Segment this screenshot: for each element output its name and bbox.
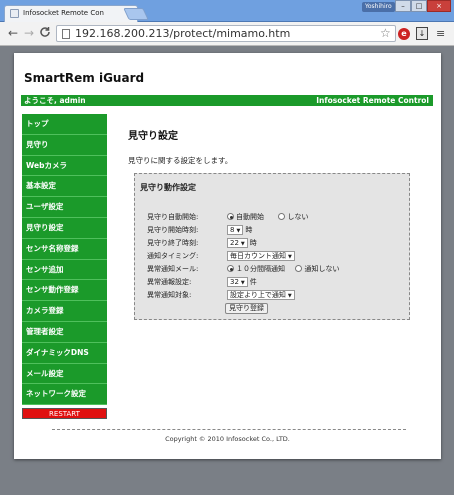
browser-toolbar: ← → 192.168.200.213/protect/mimamo.htm ☆… xyxy=(0,22,454,46)
abnormal-report-select[interactable]: 設定より上で通知 ▼ xyxy=(227,290,295,300)
panel-title: 見守り動作設定 xyxy=(140,183,196,192)
notify-timing-select[interactable]: 毎日カウント通知 ▼ xyxy=(227,251,295,261)
extension-icon[interactable]: e xyxy=(398,28,410,40)
document-icon xyxy=(62,29,70,39)
abnormal-report-row: 異常通知対象: 設定より上で通知 ▼ xyxy=(147,290,407,301)
sidebar-item-admin[interactable]: 管理者設定 xyxy=(22,321,107,343)
url-text[interactable]: 192.168.200.213/protect/mimamo.htm xyxy=(75,27,290,40)
page-container: SmartRem iGuard ようこそ, admin Infosocket R… xyxy=(14,53,441,459)
field-label: 見守り自動開始: xyxy=(147,213,199,221)
tab-title: Infosocket Remote Con xyxy=(23,9,104,17)
dropdown-arrow-icon: ▼ xyxy=(287,293,292,299)
sidebar-item-top[interactable]: トップ xyxy=(22,114,107,135)
end-time-select[interactable]: 22 ▼ xyxy=(227,238,248,248)
header-bar: ようこそ, admin Infosocket Remote Control xyxy=(21,95,433,106)
download-icon[interactable]: ↓ xyxy=(416,27,428,40)
auto-start-row: 見守り自動開始: 自動開始 しない xyxy=(147,212,407,223)
restart-button[interactable]: RESTART xyxy=(22,408,107,420)
radio-label: しない xyxy=(287,213,309,221)
reload-icon[interactable] xyxy=(38,26,52,40)
welcome-text: ようこそ, admin xyxy=(24,96,86,105)
radio-label: １０分間隔通知 xyxy=(236,265,285,273)
dropdown-arrow-icon: ▼ xyxy=(240,280,245,286)
auto-start-on-radio[interactable] xyxy=(227,213,234,220)
menu-icon[interactable]: ≡ xyxy=(436,27,445,40)
bookmark-star-icon[interactable]: ☆ xyxy=(380,26,391,40)
unit-label: 時 xyxy=(249,239,257,247)
sidebar-item-webcam[interactable]: Webカメラ xyxy=(22,155,107,177)
field-label: 通知タイミング: xyxy=(147,252,199,260)
notify-timing-row: 通知タイミング: 毎日カウント通知 ▼ xyxy=(147,251,407,262)
field-label: 見守り終了時刻: xyxy=(147,239,199,247)
dropdown-arrow-icon: ▼ xyxy=(236,228,241,234)
radio-label: 自動開始 xyxy=(236,213,264,221)
sidebar-item-camera[interactable]: カメラ登録 xyxy=(22,301,107,322)
sidebar-item-ddns[interactable]: ダイナミックDNS xyxy=(22,342,107,364)
brand-text: Infosocket Remote Control xyxy=(316,96,429,105)
sidebar-item-user-settings[interactable]: ユーザ設定 xyxy=(22,197,107,218)
address-bar[interactable]: 192.168.200.213/protect/mimamo.htm xyxy=(56,25,396,42)
unit-label: 件 xyxy=(249,278,257,286)
dropdown-arrow-icon: ▼ xyxy=(288,254,292,260)
radio-label: 通知しない xyxy=(304,265,340,273)
sidebar-item-sensor-action[interactable]: センサ動作登録 xyxy=(22,280,107,302)
maximize-button[interactable]: □ xyxy=(411,0,427,12)
mail-none-radio[interactable] xyxy=(295,265,303,272)
sidebar-item-watch-settings[interactable]: 見守り設定 xyxy=(22,217,107,239)
copyright-text: Copyright © 2010 Infosocket Co., LTD. xyxy=(165,435,290,443)
unit-label: 時 xyxy=(245,226,253,234)
browser-titlebar: Infosocket Remote Con × Yoshihiro – □ × xyxy=(0,0,454,22)
site-title: SmartRem iGuard xyxy=(24,71,145,85)
close-window-button[interactable]: × xyxy=(427,0,451,12)
abnormal-level-row: 異常通報設定: 32 ▼ 件 xyxy=(147,277,407,288)
sidebar-item-sensor-names[interactable]: センサ名称登録 xyxy=(22,238,107,260)
browser-tab[interactable]: Infosocket Remote Con × xyxy=(4,5,138,22)
new-tab-button[interactable] xyxy=(123,8,149,20)
register-button[interactable]: 見守り登録 xyxy=(225,303,268,314)
user-profile-label[interactable]: Yoshihiro xyxy=(362,2,395,12)
main-content: 見守り設定 見守りに関する設定をします。 xyxy=(128,127,428,165)
sidebar-item-sensor-add[interactable]: センサ追加 xyxy=(22,259,107,281)
forward-arrow-icon[interactable]: → xyxy=(22,26,36,40)
sidebar-item-network[interactable]: ネットワーク設定 xyxy=(22,384,107,406)
browser-viewport: SmartRem iGuard ようこそ, admin Infosocket R… xyxy=(0,47,454,495)
sidebar-item-watch[interactable]: 見守り xyxy=(22,134,107,156)
field-label: 異常通報設定: xyxy=(147,278,192,286)
auto-start-off-radio[interactable] xyxy=(278,213,286,220)
field-label: 見守り開始時刻: xyxy=(147,226,199,234)
dropdown-arrow-icon: ▼ xyxy=(240,241,245,247)
sidebar-nav: トップ 見守り Webカメラ 基本設定 ユーザ設定 見守り設定 センサ名称登録 … xyxy=(22,114,107,420)
start-time-select[interactable]: 8 ▼ xyxy=(227,225,244,235)
field-label: 異常通知対象: xyxy=(147,291,192,299)
footer-divider xyxy=(52,429,406,430)
start-time-row: 見守り開始時刻: 8 ▼ 時 xyxy=(147,225,407,236)
minimize-button[interactable]: – xyxy=(395,0,411,12)
end-time-row: 見守り終了時刻: 22 ▼ 時 xyxy=(147,238,407,249)
sidebar-item-mail[interactable]: メール設定 xyxy=(22,363,107,385)
abnormal-level-select[interactable]: 32 ▼ xyxy=(227,277,248,287)
page-title: 見守り設定 xyxy=(128,131,178,142)
settings-panel: 見守り動作設定 見守り自動開始: 自動開始 しない 見守り開始時刻: 8 ▼ 時 見… xyxy=(134,173,410,320)
mail-interval-radio[interactable] xyxy=(227,265,234,272)
back-arrow-icon[interactable]: ← xyxy=(6,26,20,40)
sidebar-item-basic-settings[interactable]: 基本設定 xyxy=(22,176,107,198)
page-description: 見守りに関する設定をします。 xyxy=(128,156,233,165)
field-label: 異常通知メール: xyxy=(147,265,199,273)
abnormal-mail-row: 異常通知メール: １０分間隔通知 通知しない xyxy=(147,264,407,275)
page-icon xyxy=(10,9,19,18)
